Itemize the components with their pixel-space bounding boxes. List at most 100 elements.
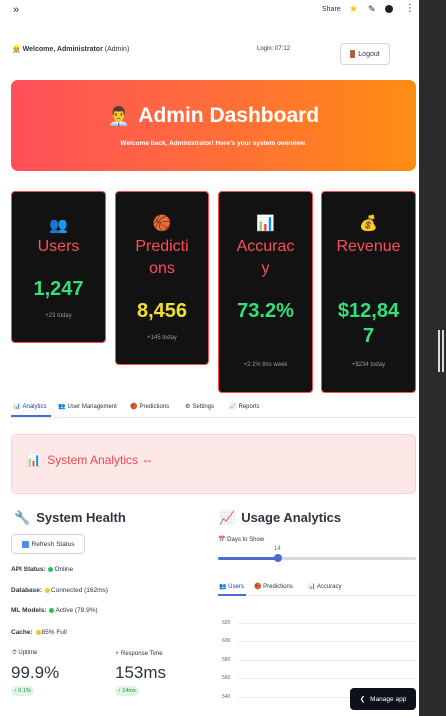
days-slider-thumb[interactable] — [274, 554, 282, 562]
hero-banner: 👨‍💼 Admin Dashboard Welcome back, Admini… — [11, 80, 416, 171]
card-sub: +145 today — [147, 335, 177, 341]
card-sub: +23 today — [45, 313, 72, 319]
metric-card-predictions: 🏀 Predicti ons 8,456 +145 today — [115, 191, 209, 365]
logout-button[interactable]: Logout — [340, 43, 390, 65]
metric-card-users: 👥 Users 1,247 +23 today — [11, 191, 106, 343]
user-icon: 👷 — [12, 46, 21, 53]
admin-icon: 👨‍💼 — [107, 105, 131, 126]
y-tick: 540 — [222, 694, 231, 700]
usage-analytics-heading: 📈 Usage Analytics — [219, 510, 341, 526]
system-health-title: System Health — [36, 510, 126, 525]
card-label: Users — [37, 238, 80, 255]
calendar-icon: 📅 — [218, 537, 226, 543]
metric-card-accuracy: 📊 Accurac y 73.2% +2.1% this week — [218, 191, 313, 393]
refresh-label: Refresh Status — [31, 540, 75, 548]
system-analytics-title: 📊 System Analytics ⇔ — [26, 453, 153, 467]
uptime-label: ⏱ Uptime — [12, 650, 37, 657]
stat-label: ML Models: — [11, 607, 47, 614]
chart-icon: 📊 — [308, 584, 316, 590]
tab-analytics[interactable]: 📊 Analytics — [13, 403, 47, 410]
chart-icon: 📊 — [26, 453, 41, 467]
link-icon[interactable]: ⇔ — [141, 453, 153, 467]
y-tick: 620 — [222, 620, 231, 626]
card-value-line1: $12,84 — [337, 300, 400, 322]
share-button[interactable]: Share — [322, 6, 341, 13]
basketball-icon: 🏀 — [130, 404, 138, 410]
resize-handle[interactable] — [438, 330, 444, 372]
status-dot-yellow — [44, 587, 50, 593]
sidebar-toggle-icon[interactable]: » — [13, 4, 19, 16]
tab-predictions[interactable]: 🏀 Predictions — [130, 403, 169, 410]
tab-label: Predictions — [139, 404, 170, 410]
tab-label: User Management — [67, 404, 117, 410]
card-value: 8,456 — [136, 300, 188, 322]
grid-line — [238, 641, 416, 642]
cache-status: Cache: 85% Full — [11, 629, 67, 636]
active-tab-indicator — [11, 415, 51, 417]
wrench-icon: 🔧 — [14, 510, 31, 525]
days-slider-fill — [218, 557, 280, 560]
status-dot-yellow — [35, 629, 41, 635]
days-slider-track[interactable] — [218, 557, 416, 560]
card-sub: +2.1% this week — [243, 362, 288, 368]
subtab-predictions[interactable]: 🏀 Predictions — [254, 583, 293, 590]
tab-user-management[interactable]: 👥 User Management — [58, 403, 117, 410]
tab-reports[interactable]: 📈 Reports — [229, 403, 260, 410]
stat-label: Database: — [11, 587, 43, 594]
card-label: Revenue — [336, 238, 401, 255]
card-value: 73.2% — [237, 300, 294, 322]
tab-label: Settings — [192, 404, 215, 410]
manage-app-button[interactable]: ❮ Manage app — [350, 688, 416, 710]
github-icon[interactable] — [385, 5, 393, 13]
stat-value: 85% Full — [41, 629, 67, 636]
metric-card-revenue: 💰 Revenue $12,84 7 +$234 today — [321, 191, 416, 393]
system-health-heading: 🔧 System Health — [14, 510, 126, 526]
page-title: 👨‍💼 Admin Dashboard — [11, 104, 416, 128]
manage-app-label: Manage app — [370, 695, 407, 703]
system-analytics-label: System Analytics — [47, 453, 138, 467]
uptime-value: 99.9% — [11, 663, 60, 682]
subtab-accuracy[interactable]: 📊 Accuracy — [308, 583, 342, 590]
stat-label: Cache: — [11, 629, 33, 636]
users-icon: 👥 — [58, 404, 66, 410]
stat-value: Online — [54, 566, 74, 573]
subtab-label: Accuracy — [316, 584, 342, 590]
users-icon: 👥 — [49, 217, 68, 234]
logout-label: Logout — [358, 50, 380, 58]
system-analytics-box: 📊 System Analytics ⇔ — [11, 434, 416, 494]
grid-line — [238, 623, 416, 624]
app-main: » Share ★ ✎ ⋮ 👷 Welcome, Administrator (… — [0, 0, 419, 716]
card-label-line1: Predicti — [135, 238, 189, 255]
subtab-users[interactable]: 👥 Users — [219, 583, 244, 590]
tab-settings[interactable]: ⚙ Settings — [185, 403, 214, 410]
users-icon: 👥 — [219, 584, 227, 590]
menu-icon[interactable]: ⋮ — [405, 3, 415, 14]
refresh-icon — [21, 540, 29, 548]
tab-label: Reports — [238, 404, 260, 410]
card-label-line2: y — [261, 260, 270, 277]
y-tick: 560 — [222, 675, 231, 681]
stat-value: Active (78.9%) — [55, 607, 98, 614]
card-label-line2: ons — [149, 260, 175, 277]
grid-line — [238, 678, 416, 679]
refresh-status-button[interactable]: Refresh Status — [11, 534, 85, 554]
star-icon[interactable]: ★ — [349, 4, 358, 15]
card-value-line2: 7 — [362, 325, 375, 347]
top-toolbar: » Share ★ ✎ ⋮ — [0, 0, 419, 22]
days-slider-value: 14 — [274, 546, 281, 552]
bar-chart-icon: 📊 — [256, 215, 275, 232]
subtab-label: Users — [228, 584, 244, 590]
hero-title-text: Admin Dashboard — [138, 104, 320, 127]
welcome-name: Welcome, Administrator — [22, 46, 103, 53]
response-label-text: Response Time — [120, 651, 163, 657]
welcome-text: 👷 Welcome, Administrator (Admin) — [12, 45, 129, 53]
y-tick: 600 — [222, 638, 231, 644]
timer-icon: ⏱ — [12, 650, 17, 656]
usage-subtabs: 👥 Users 🏀 Predictions 📊 Accuracy — [218, 580, 416, 596]
usage-analytics-title: Usage Analytics — [241, 510, 342, 525]
days-slider-label: 📅 Days to Show — [218, 536, 264, 543]
response-time-label: ⚡ Response Time — [115, 650, 163, 657]
gear-icon: ⚙ — [185, 404, 191, 410]
edit-icon[interactable]: ✎ — [368, 4, 376, 15]
door-icon — [350, 50, 356, 58]
